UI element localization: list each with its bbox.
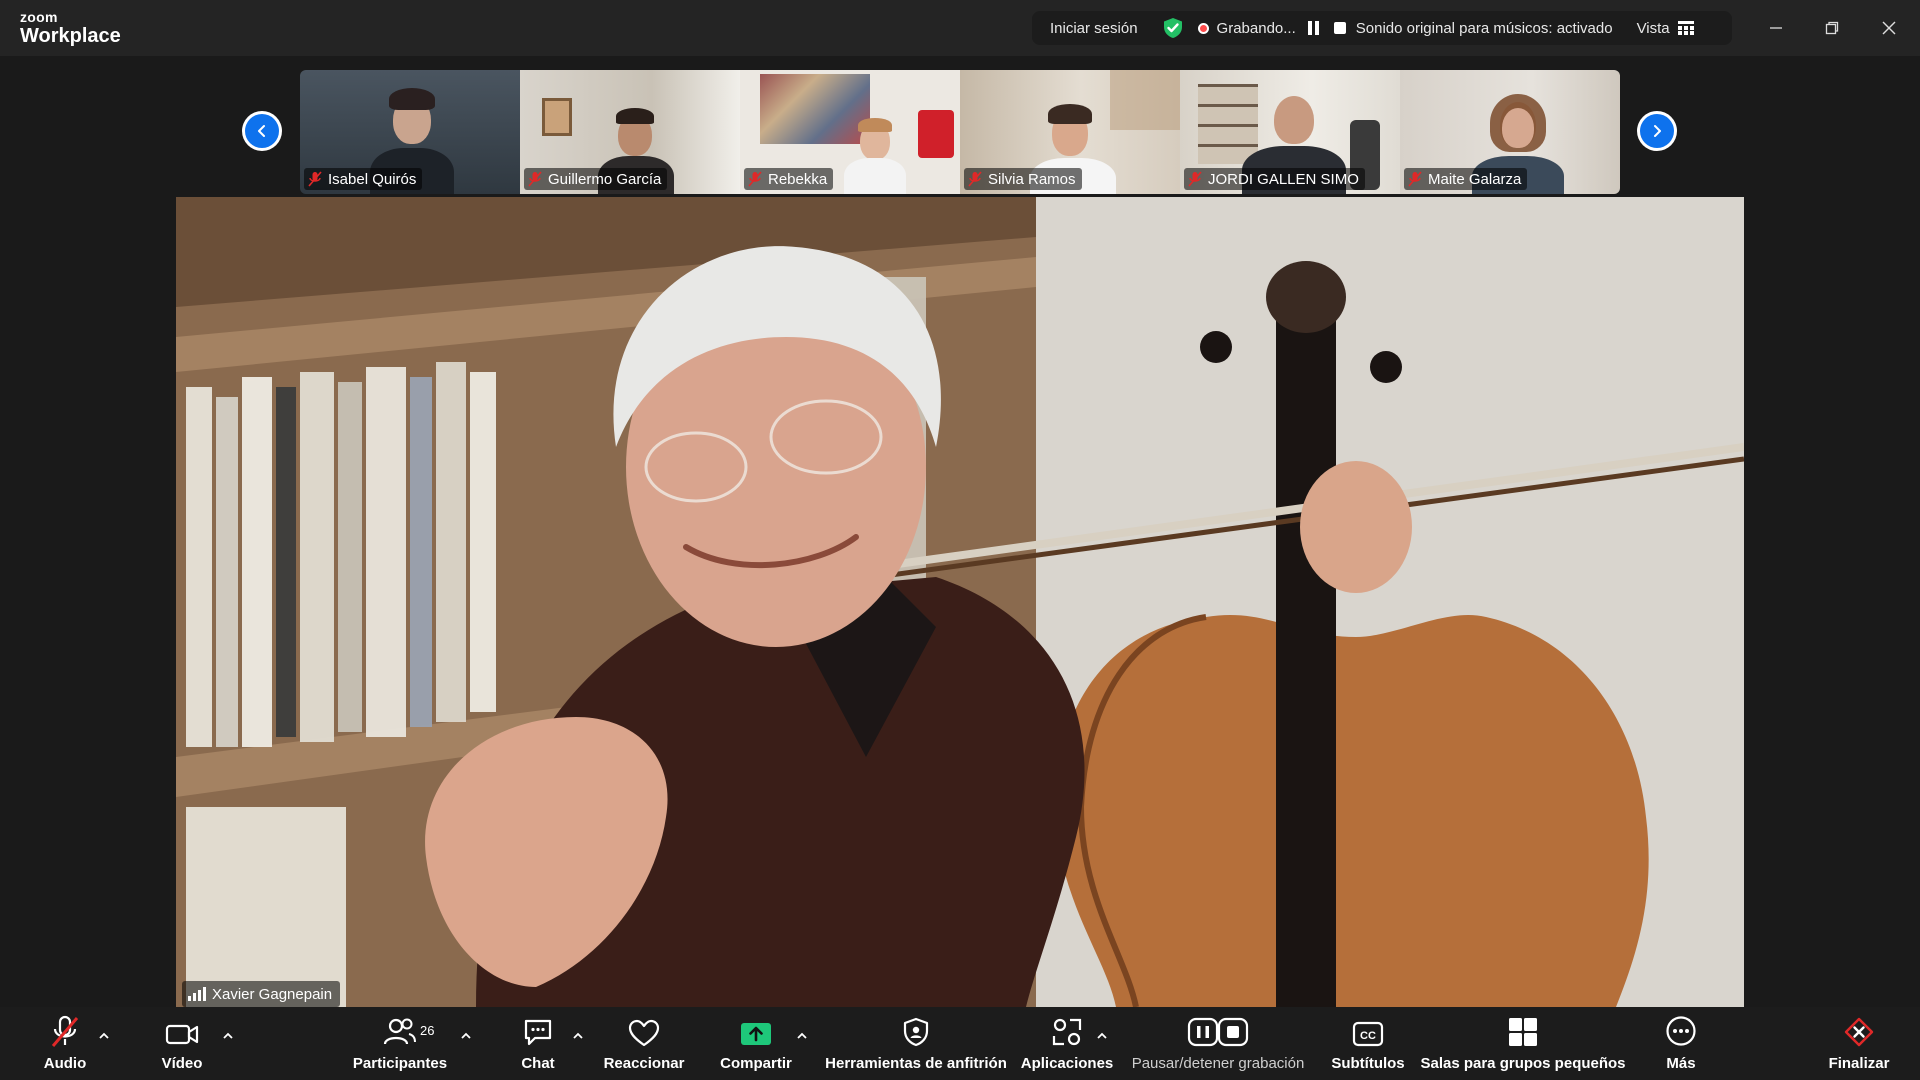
participant-name-label: JORDI GALLEN SIMO [1184, 168, 1365, 190]
participant-tile[interactable]: Maite Galarza [1400, 70, 1620, 194]
restore-icon [1825, 21, 1839, 35]
breakout-rooms-grid-icon [1509, 1018, 1537, 1046]
mic-muted-icon [1188, 171, 1202, 187]
minimize-window-button[interactable] [1760, 12, 1792, 44]
brand-small: zoom [20, 9, 58, 25]
gallery-next-button[interactable] [1637, 111, 1677, 151]
breakout-rooms-button[interactable]: Salas para grupos pequeños [1420, 1007, 1626, 1080]
signin-link[interactable]: Iniciar sesión [1050, 20, 1138, 37]
host-tools-button[interactable]: Herramientas de anfitrión [825, 1007, 1007, 1080]
app-logo: zoom Workplace [20, 10, 121, 46]
react-button[interactable]: Reaccionar [604, 1007, 684, 1080]
close-icon [1882, 21, 1896, 35]
more-button[interactable]: Más [1656, 1007, 1706, 1080]
chevron-left-icon [258, 125, 265, 137]
participant-tile[interactable]: Silvia Ramos [960, 70, 1180, 194]
mic-muted-icon [308, 171, 322, 187]
mic-muted-icon [528, 171, 542, 187]
speaker-video-scene [176, 197, 1744, 1007]
chevron-right-icon [1654, 125, 1661, 137]
recording-dot-icon [1197, 22, 1209, 34]
chat-button[interactable]: Chat [512, 1007, 564, 1080]
participants-options-caret[interactable] [460, 1031, 472, 1041]
pause-stop-recording-button[interactable]: Pausar/detener grabación [1126, 1007, 1310, 1080]
stop-recording-icon[interactable] [1333, 22, 1346, 34]
close-window-button[interactable] [1873, 12, 1905, 44]
speaker-name-label: Xavier Gagnepain [182, 981, 341, 1007]
participant-tile[interactable]: Isabel Quirós [300, 70, 520, 194]
security-shield-icon[interactable] [1162, 17, 1184, 39]
gallery-prev-button[interactable] [242, 111, 282, 151]
original-sound-status[interactable]: Sonido original para músicos: activado [1356, 20, 1613, 37]
pause-recording-icon[interactable] [1307, 21, 1320, 35]
meeting-toolbar: Audio Vídeo Participantes 26 Chat Reacci… [0, 1007, 1920, 1080]
participant-name-label: Silvia Ramos [964, 168, 1082, 190]
participant-tile[interactable]: Guillermo García [520, 70, 740, 194]
end-meeting-icon [1844, 1017, 1874, 1047]
view-grid-icon[interactable] [1677, 21, 1694, 35]
gallery-strip: Isabel Quirós Guillermo García Rebekka S… [300, 70, 1620, 194]
video-button[interactable]: Vídeo [152, 1007, 212, 1080]
mic-muted-icon [51, 1015, 79, 1047]
audio-options-caret[interactable] [98, 1031, 110, 1041]
host-shield-icon [903, 1017, 929, 1047]
brand-large: Workplace [20, 25, 121, 47]
view-button[interactable]: Vista [1637, 20, 1670, 37]
chat-bubble-icon [524, 1019, 552, 1046]
participants-count: 26 [420, 1023, 435, 1038]
audio-button[interactable]: Audio [36, 1007, 94, 1080]
mic-muted-icon [968, 171, 982, 187]
share-options-caret[interactable] [796, 1031, 808, 1041]
svg-text:CC: CC [1360, 1030, 1376, 1042]
mic-muted-icon [1408, 171, 1422, 187]
share-screen-button[interactable]: Compartir [716, 1007, 796, 1080]
more-dots-icon [1666, 1016, 1696, 1046]
video-camera-icon [165, 1024, 199, 1045]
minimize-icon [1770, 27, 1782, 29]
mic-muted-icon [748, 171, 762, 187]
participants-icon [383, 1018, 416, 1045]
end-meeting-button[interactable]: Finalizar [1826, 1007, 1892, 1080]
participant-name-label: Isabel Quirós [304, 168, 423, 190]
speaker-video[interactable]: Xavier Gagnepain [176, 197, 1744, 1007]
share-screen-icon [741, 1023, 771, 1045]
participants-button[interactable]: Participantes [352, 1007, 448, 1080]
pause-stop-recording-icon [1187, 1017, 1249, 1047]
signal-strength-icon [188, 987, 206, 1001]
captions-button[interactable]: CC Subtítulos [1326, 1007, 1410, 1080]
video-options-caret[interactable] [222, 1031, 234, 1041]
participant-name-label: Maite Galarza [1404, 168, 1528, 190]
chat-options-caret[interactable] [572, 1031, 584, 1041]
apps-icon [1052, 1018, 1082, 1046]
participant-tile[interactable]: Rebekka [740, 70, 960, 194]
participant-name-label: Guillermo García [524, 168, 668, 190]
meeting-status-bar: Iniciar sesión Grabando... Sonido origin… [1032, 11, 1732, 45]
closed-captions-icon: CC [1352, 1021, 1384, 1047]
participant-tile[interactable]: JORDI GALLEN SIMO [1180, 70, 1400, 194]
recording-status: Grabando... [1216, 19, 1296, 37]
participant-name-label: Rebekka [744, 168, 834, 190]
apps-button[interactable]: Aplicaciones [1021, 1007, 1113, 1080]
heart-icon [628, 1019, 660, 1047]
title-bar: zoom Workplace Iniciar sesión Grabando..… [0, 0, 1920, 56]
apps-options-caret[interactable] [1096, 1031, 1108, 1041]
restore-window-button[interactable] [1816, 12, 1848, 44]
